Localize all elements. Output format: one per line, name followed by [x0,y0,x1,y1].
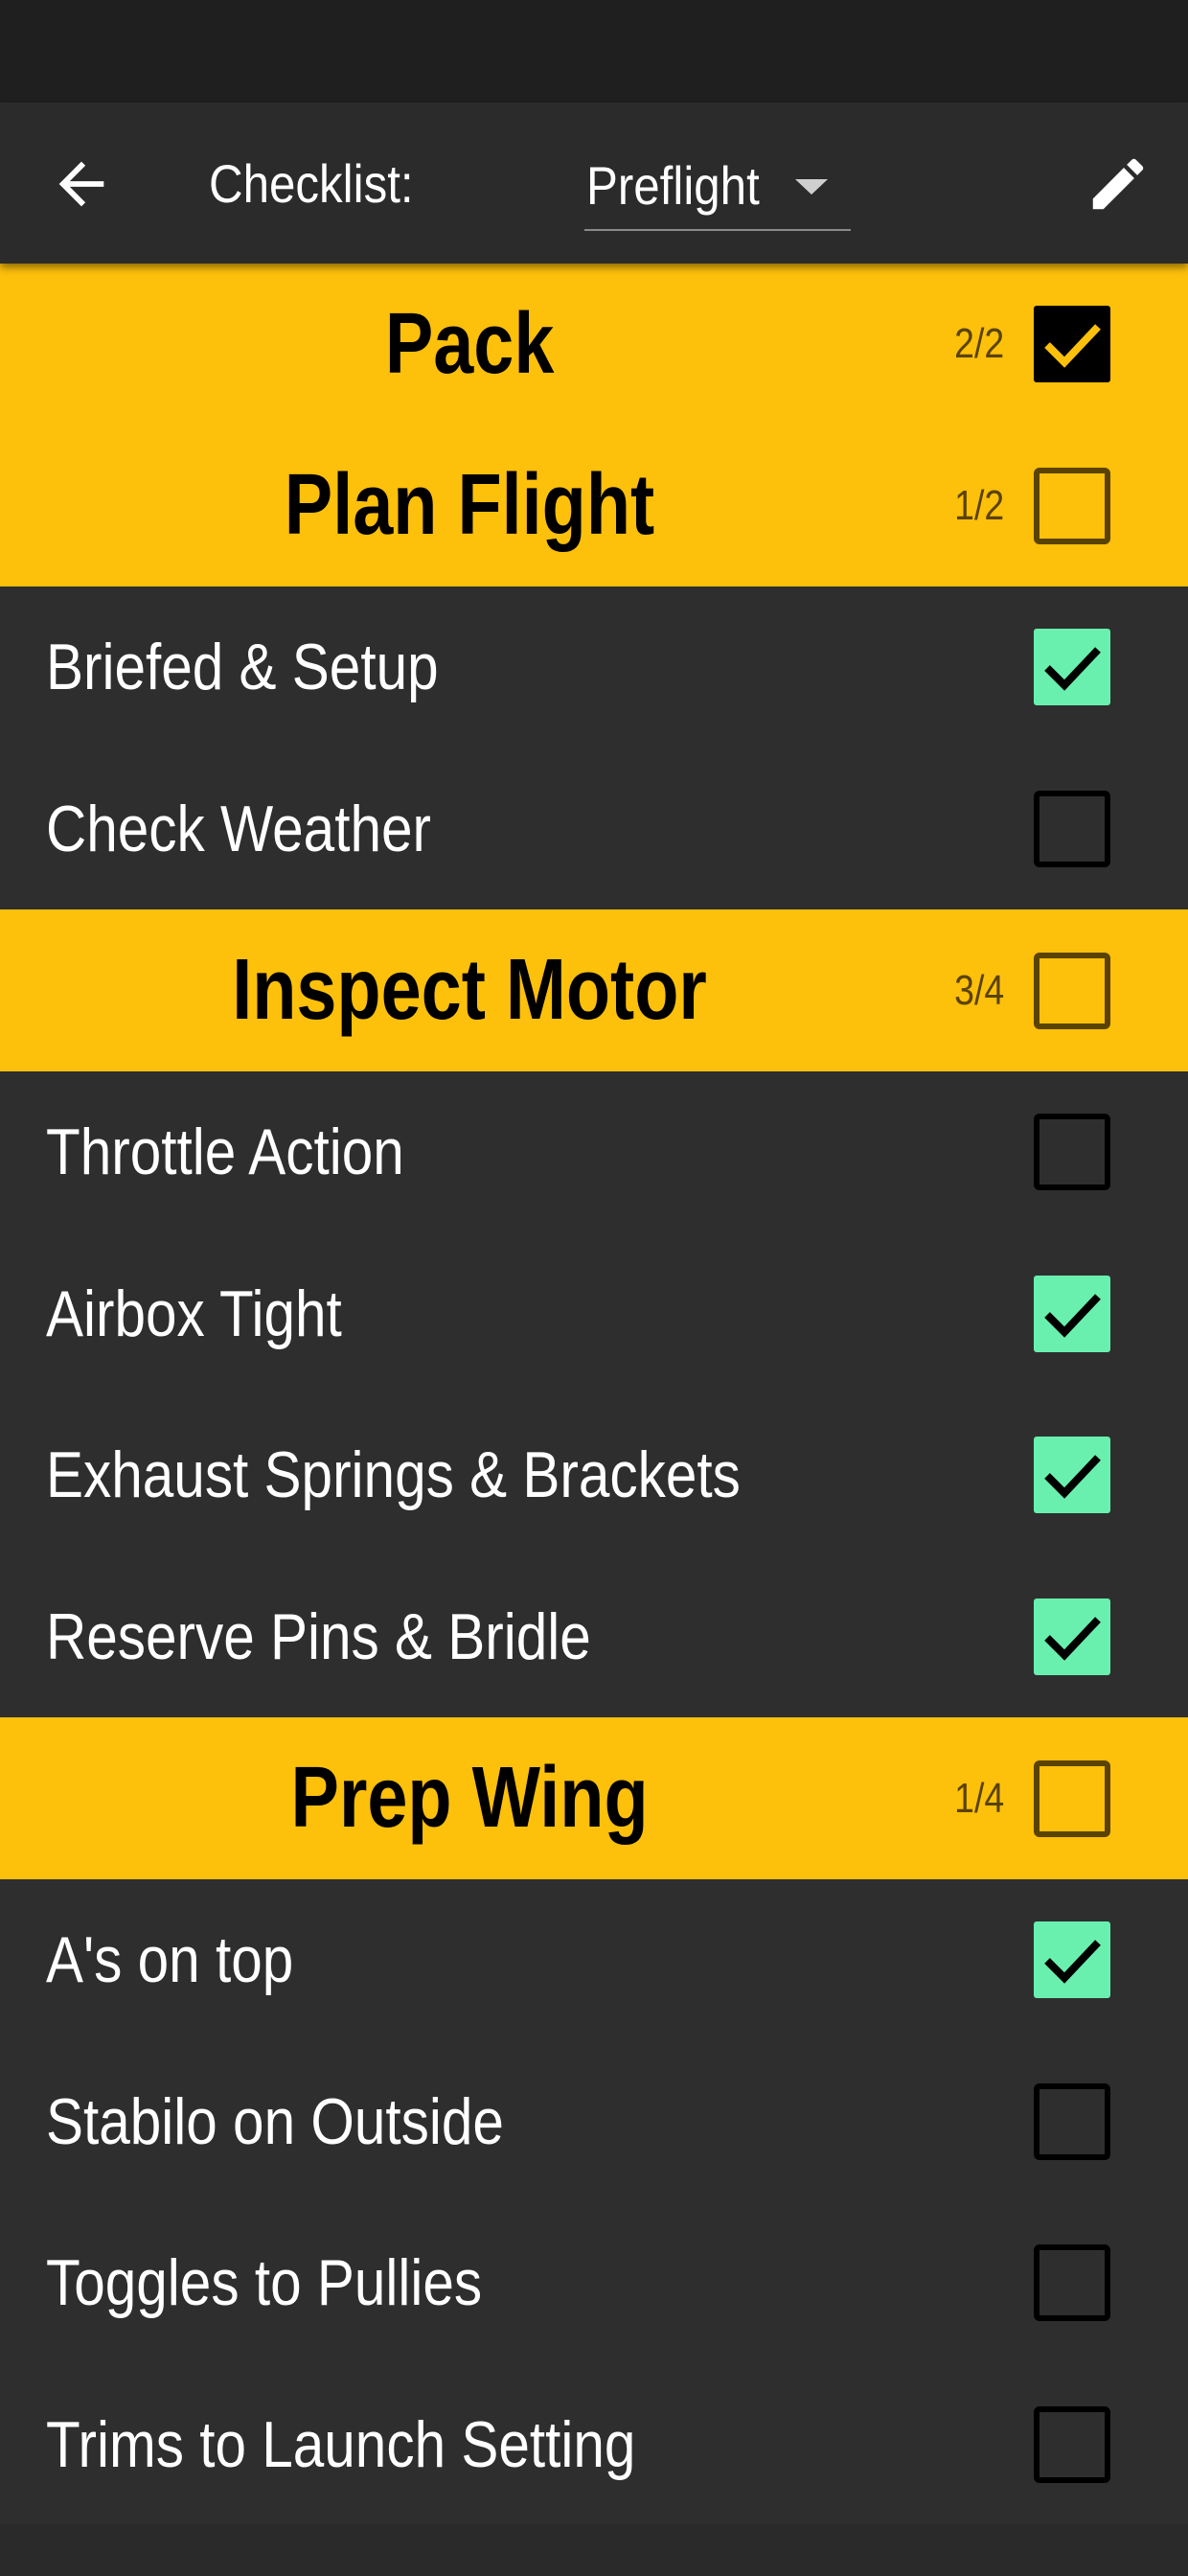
pencil-icon [1092,158,1144,210]
item-label-text: Toggles to Pullies [46,2246,483,2320]
empty-box-icon [1034,791,1110,868]
section-title-text: Plan Flight [284,457,655,554]
checkmark-box-icon [1034,1437,1110,1514]
edit-button[interactable] [1085,150,1152,218]
empty-box-icon [1034,2244,1110,2322]
chevron-down-icon [795,179,828,195]
section-title-text: Pack [384,295,555,392]
section-progress: 2/2 [946,264,1004,426]
status-bar [0,0,1188,103]
back-button[interactable] [48,150,115,218]
app-bar: Checklist: Preflight [0,103,1188,264]
section-progress: 1/2 [946,426,1004,587]
checklist-item[interactable]: Exhaust Springs & Brackets [0,1394,1188,1556]
checkbox-checked[interactable] [1034,306,1110,383]
item-label: Stabilo on Outside [46,2041,579,2203]
item-label-text: Throttle Action [46,1116,404,1189]
section-title: Inspect Motor [0,909,939,1071]
section-header[interactable]: Inspect Motor 3/4 [0,909,1188,1071]
item-label: Check Weather [46,748,493,910]
section-progress-count: 1/4 [954,1774,1004,1822]
checkbox-unchecked[interactable] [1034,2406,1110,2484]
checkbox-checked[interactable] [1034,1437,1110,1514]
empty-box-icon [1034,2082,1110,2160]
item-label: Reserve Pins & Bridle [46,1556,679,1718]
checkbox-checked[interactable] [1034,629,1110,706]
section-progress-count: 3/4 [954,966,1004,1014]
empty-box-icon [1034,1114,1110,1191]
section-progress-count: 1/2 [954,481,1004,529]
item-label: Throttle Action [46,1071,463,1233]
checklist-dropdown[interactable]: Preflight [584,145,851,231]
bottom-area [0,2524,1188,2576]
item-label-text: Check Weather [46,793,431,866]
item-label-text: Stabilo on Outside [46,2084,504,2158]
checklist-item[interactable]: Airbox Tight [0,1232,1188,1395]
checkmark-box-icon [1034,306,1110,383]
checkbox-unchecked[interactable] [1034,2244,1110,2322]
checkmark-box-icon [1034,629,1110,706]
item-label: Airbox Tight [46,1233,390,1395]
item-label: A's on top [46,1879,333,2041]
checkbox-unchecked[interactable] [1034,467,1110,544]
checkmark-box-icon [1034,1275,1110,1352]
checkbox-checked[interactable] [1034,1275,1110,1352]
section-progress: 1/4 [946,1717,1004,1879]
checklist-item[interactable]: Throttle Action [0,1070,1188,1233]
section-title: Prep Wing [0,1717,939,1879]
checklist-item[interactable]: Briefed & Setup [0,586,1188,748]
item-label-text: Reserve Pins & Bridle [46,1600,591,1674]
checkbox-unchecked[interactable] [1034,2082,1110,2160]
empty-box-icon [1034,952,1110,1029]
section-title: Pack [0,264,939,426]
checkbox-unchecked[interactable] [1034,791,1110,868]
checkbox-unchecked[interactable] [1034,952,1110,1029]
section-title-text: Prep Wing [290,1750,649,1847]
checkbox-unchecked[interactable] [1034,1114,1110,1191]
item-label-text: Briefed & Setup [46,631,439,704]
checkbox-unchecked[interactable] [1034,1760,1110,1837]
item-label-text: Airbox Tight [46,1276,342,1350]
checkmark-box-icon [1034,1598,1110,1676]
item-label-text: Trims to Launch Setting [46,2408,636,2482]
dropdown-selected-value: Preflight [586,155,760,216]
section-progress: 3/4 [946,909,1004,1071]
checkbox-checked[interactable] [1034,1598,1110,1676]
checklist-item[interactable]: Trims to Launch Setting [0,2363,1188,2526]
checklist-item[interactable]: Stabilo on Outside [0,2040,1188,2203]
empty-box-icon [1034,1760,1110,1837]
item-label-text: A's on top [46,1923,294,1997]
section-header[interactable]: Prep Wing 1/4 [0,1717,1188,1879]
arrow-left-icon [58,161,104,207]
checkbox-checked[interactable] [1034,1921,1110,1999]
checklist-item[interactable]: Reserve Pins & Bridle [0,1555,1188,1718]
checklist-item[interactable]: Check Weather [0,748,1188,910]
section-header[interactable]: Plan Flight 1/2 [0,425,1188,587]
item-label: Toggles to Pullies [46,2202,553,2364]
checklist-item[interactable]: A's on top [0,1878,1188,2041]
checkmark-box-icon [1034,1921,1110,1999]
item-label: Trims to Launch Setting [46,2364,732,2526]
section-title: Plan Flight [0,426,939,587]
checklist-item[interactable]: Toggles to Pullies [0,2202,1188,2364]
section-header[interactable]: Pack 2/2 [0,264,1188,426]
item-label-text: Exhaust Springs & Brackets [46,1438,741,1512]
section-progress-count: 2/2 [954,320,1004,368]
section-title-text: Inspect Motor [232,942,707,1039]
checklist-list: Pack 2/2 Plan Flight 1/2 Briefed & Setup Chec… [0,264,1188,2526]
empty-box-icon [1034,467,1110,544]
item-label: Briefed & Setup [46,586,502,748]
item-label: Exhaust Springs & Brackets [46,1394,854,1556]
checklist-label: Checklist: [209,153,414,214]
empty-box-icon [1034,2406,1110,2484]
